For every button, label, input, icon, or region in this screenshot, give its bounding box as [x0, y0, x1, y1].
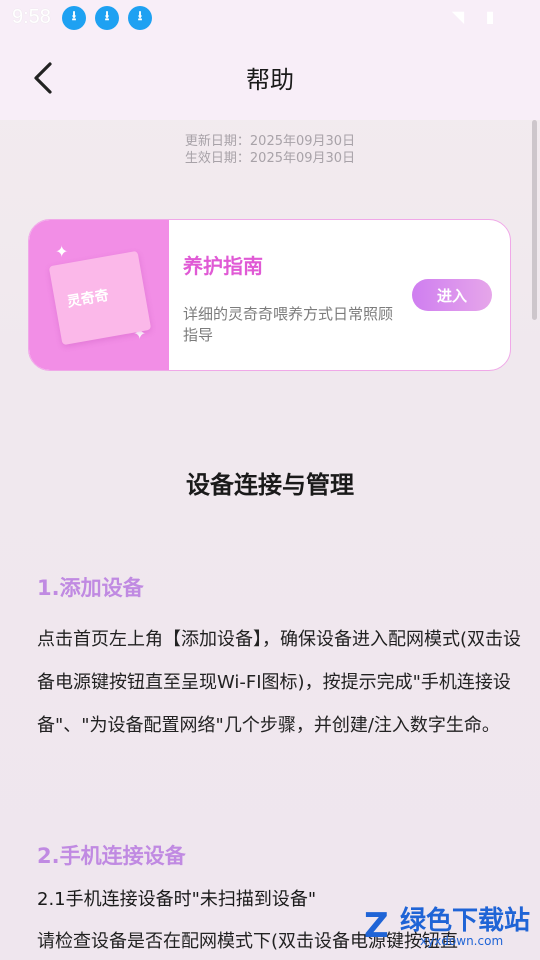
status-bar: 9:58 ⭳ ⭳ ⭳ ◥ ▮ [0, 0, 540, 36]
watermark-text: 绿色下载站 [400, 906, 531, 936]
card-description: 详细的灵奇奇喂养方式日常照顾指导 [183, 305, 394, 344]
wifi-icon: ◥ [451, 7, 465, 26]
download-icon: ⭳ [62, 6, 86, 30]
scrollbar[interactable] [532, 120, 537, 320]
page-title: 帮助 [246, 66, 294, 94]
system-icons: ◥ ▮ [448, 8, 500, 26]
download-icon: ⭳ [128, 6, 152, 30]
care-guide-card[interactable]: ✦ ✦ 灵奇奇 养护指南 详细的灵奇奇喂养方式日常照顾指导 进入 [28, 219, 511, 371]
heading-phone-connect: 2.手机连接设备 [37, 844, 186, 868]
subheading-not-found: 2.1手机连接设备时"未扫描到设备" [37, 889, 317, 910]
card-title: 养护指南 [183, 254, 263, 278]
download-icon: ⭳ [95, 6, 119, 30]
effective-date: 生效日期：2025年09月30日 [184, 151, 356, 166]
dates-block: 更新日期：2025年09月30日 生效日期：2025年09月30日 [0, 133, 540, 167]
sparkle-icon: ✦ [55, 242, 69, 261]
watermark: Z 绿色下载站 xyxdown.com [360, 900, 530, 956]
enter-button[interactable]: 进入 [412, 279, 492, 311]
paragraph-add-device: 点击首页左上角【添加设备】，确保设备进入配网模式(双击设备电源键按钮直至呈现Wi… [37, 629, 522, 736]
section-title: 设备连接与管理 [186, 471, 354, 499]
watermark-url: xyxdown.com [420, 934, 504, 948]
heading-add-device: 1.添加设备 [37, 576, 144, 600]
updated-date: 更新日期：2025年09月30日 [184, 134, 356, 149]
status-time: 9:58 [12, 6, 51, 28]
brand-tile: 灵奇奇 [48, 250, 152, 346]
battery-icon: ▮ [485, 7, 495, 26]
card-image: ✦ ✦ 灵奇奇 [29, 220, 169, 370]
brand-logo-text: 灵奇奇 [65, 287, 111, 311]
watermark-logo-icon: Z [364, 906, 389, 946]
